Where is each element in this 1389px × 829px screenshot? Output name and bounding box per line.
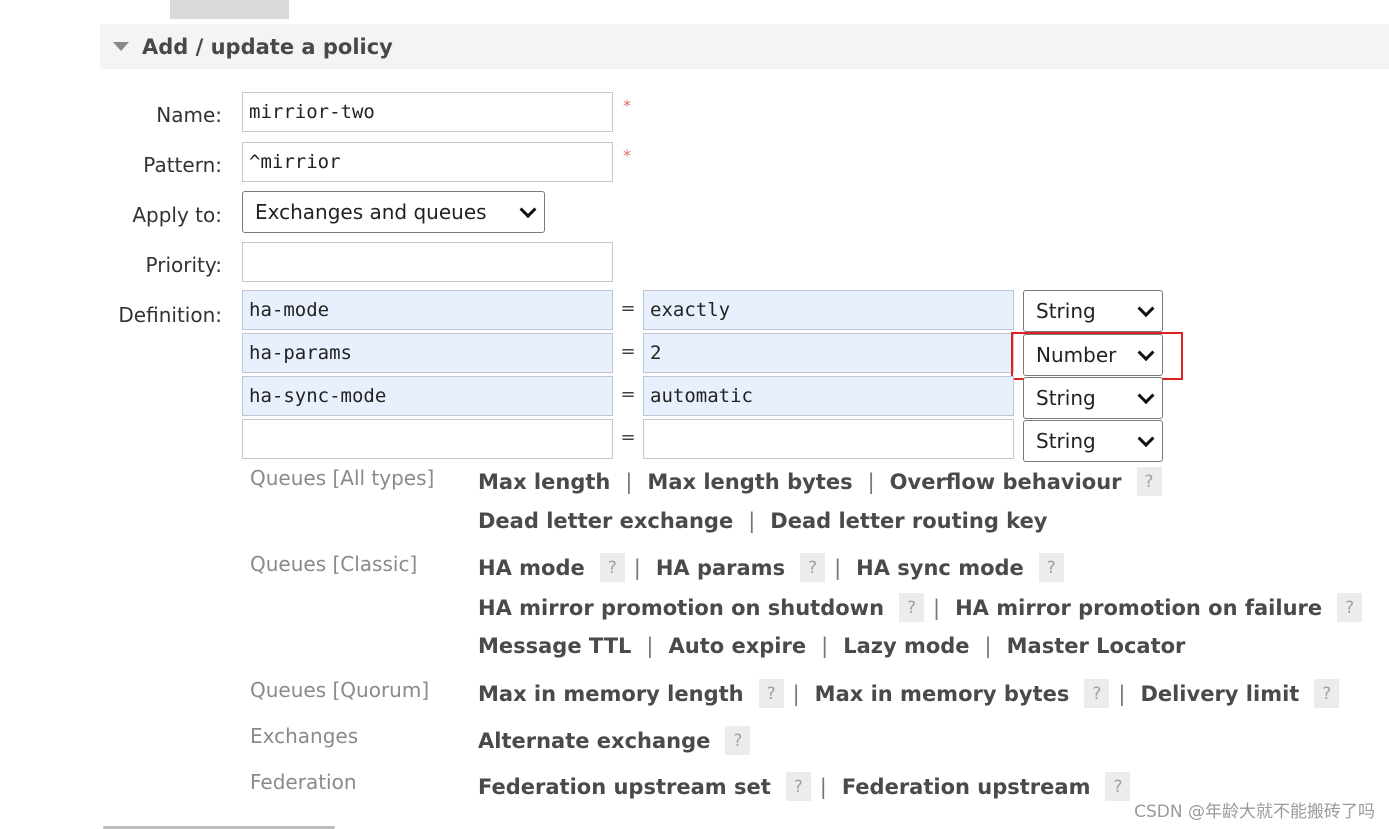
federation-upstream-set-link[interactable]: Federation upstream set [478,775,771,799]
pattern-input[interactable]: ^mirrior [242,142,613,182]
chevron-down-icon [1137,387,1155,405]
chevron-down-icon [1137,300,1155,318]
category-queues-quorum: Queues [Quorum] [250,678,430,702]
definition-type-select[interactable]: Number [1023,334,1163,376]
apply-to-value: Exchanges and queues [255,200,487,224]
definition-value-input[interactable]: exactly [643,290,1014,330]
dead-letter-exchange-link[interactable]: Dead letter exchange [478,509,733,533]
definition-value-input[interactable] [643,419,1014,459]
separator: | [646,634,654,658]
overflow-behaviour-link[interactable]: Overflow behaviour [890,470,1122,494]
ha-params-link[interactable]: HA params [656,556,785,580]
help-line: Alternate exchange ? [478,726,751,755]
delivery-limit-link[interactable]: Delivery limit [1140,682,1299,706]
category-queues-classic: Queues [Classic] [250,552,418,576]
definition-key-input[interactable] [242,419,613,459]
ha-mode-link[interactable]: HA mode [478,556,585,580]
federation-upstream-link[interactable]: Federation upstream [842,775,1091,799]
separator: | [748,509,756,533]
lazy-mode-link[interactable]: Lazy mode [843,634,969,658]
definition-type-value: Number [1036,343,1117,367]
section-title: Add / update a policy [142,34,393,59]
definition-type-value: String [1036,386,1096,410]
definition-type-value: String [1036,429,1096,453]
separator: | [933,595,941,620]
help-line: HA mirror promotion on shutdown ? | HA m… [478,593,1363,622]
help-icon[interactable]: ? [1314,679,1340,708]
ha-sync-mode-link[interactable]: HA sync mode [856,556,1024,580]
help-line: Max length | Max length bytes | Overflow… [478,467,1162,496]
help-icon[interactable]: ? [899,593,925,622]
separator: | [867,469,875,494]
ha-promotion-failure-link[interactable]: HA mirror promotion on failure [955,596,1322,620]
help-icon[interactable]: ? [800,553,826,582]
help-icon[interactable]: ? [785,772,811,801]
help-icon[interactable]: ? [758,679,784,708]
chevron-down-icon [1137,344,1155,362]
pattern-label: Pattern: [143,153,222,177]
name-label: Name: [156,103,222,127]
category-federation: Federation [250,770,357,794]
dead-letter-routing-key-link[interactable]: Dead letter routing key [770,509,1047,533]
definition-key-input[interactable]: ha-params [242,333,613,373]
equals-sign: = [620,298,636,319]
tab-stub [170,0,289,19]
name-input[interactable]: mirrior-two [242,92,613,132]
separator: | [633,555,641,580]
pattern-required-mark: * [623,146,631,165]
separator: | [834,555,842,580]
apply-to-select[interactable]: Exchanges and queues [242,191,545,233]
help-icon[interactable]: ? [1337,593,1363,622]
separator: | [792,681,800,706]
definition-value-input[interactable]: 2 [643,333,1014,373]
definition-key-input[interactable]: ha-mode [242,290,613,330]
name-required-mark: * [623,96,631,115]
chevron-down-icon [519,201,537,219]
priority-input[interactable] [242,242,613,282]
ha-promotion-shutdown-link[interactable]: HA mirror promotion on shutdown [478,596,884,620]
help-line: HA mode ? | HA params ? | HA sync mode ? [478,553,1064,582]
help-line: Dead letter exchange | Dead letter routi… [478,509,1048,533]
help-line: Max in memory length ? | Max in memory b… [478,679,1340,708]
help-icon[interactable]: ? [1136,467,1162,496]
definition-label: Definition: [118,303,222,327]
equals-sign: = [620,341,636,362]
definition-type-select[interactable]: String [1023,290,1163,332]
priority-label: Priority: [145,253,222,277]
help-icon[interactable]: ? [1105,772,1131,801]
chevron-down-icon [1137,430,1155,448]
equals-sign: = [620,384,636,405]
separator: | [821,634,829,658]
definition-key-input[interactable]: ha-sync-mode [242,376,613,416]
max-length-bytes-link[interactable]: Max length bytes [647,470,852,494]
definition-value-input[interactable]: automatic [643,376,1014,416]
collapse-triangle-icon [113,42,129,51]
help-line: Federation upstream set ? | Federation u… [478,772,1131,801]
add-policy-section-header[interactable]: Add / update a policy [100,24,1389,69]
max-length-link[interactable]: Max length [478,470,610,494]
auto-expire-link[interactable]: Auto expire [669,634,807,658]
separator: | [984,634,992,658]
separator: | [1118,681,1126,706]
help-line: Message TTL | Auto expire | Lazy mode | … [478,634,1185,658]
equals-sign: = [620,427,636,448]
max-in-memory-bytes-link[interactable]: Max in memory bytes [815,682,1070,706]
category-exchanges: Exchanges [250,724,359,748]
alternate-exchange-link[interactable]: Alternate exchange [478,729,710,753]
separator: | [819,774,827,799]
watermark: CSDN @年龄大就不能搬砖了吗 [1134,802,1375,822]
max-in-memory-length-link[interactable]: Max in memory length [478,682,744,706]
help-icon[interactable]: ? [1038,553,1064,582]
master-locator-link[interactable]: Master Locator [1007,634,1186,658]
apply-to-label: Apply to: [132,203,222,227]
help-icon[interactable]: ? [1084,679,1110,708]
message-ttl-link[interactable]: Message TTL [478,634,631,658]
definition-type-select[interactable]: String [1023,420,1163,462]
help-icon[interactable]: ? [725,726,751,755]
definition-type-select[interactable]: String [1023,377,1163,419]
definition-type-value: String [1036,299,1096,323]
help-icon[interactable]: ? [599,553,625,582]
category-queues-all: Queues [All types] [250,466,435,490]
separator: | [625,469,633,494]
